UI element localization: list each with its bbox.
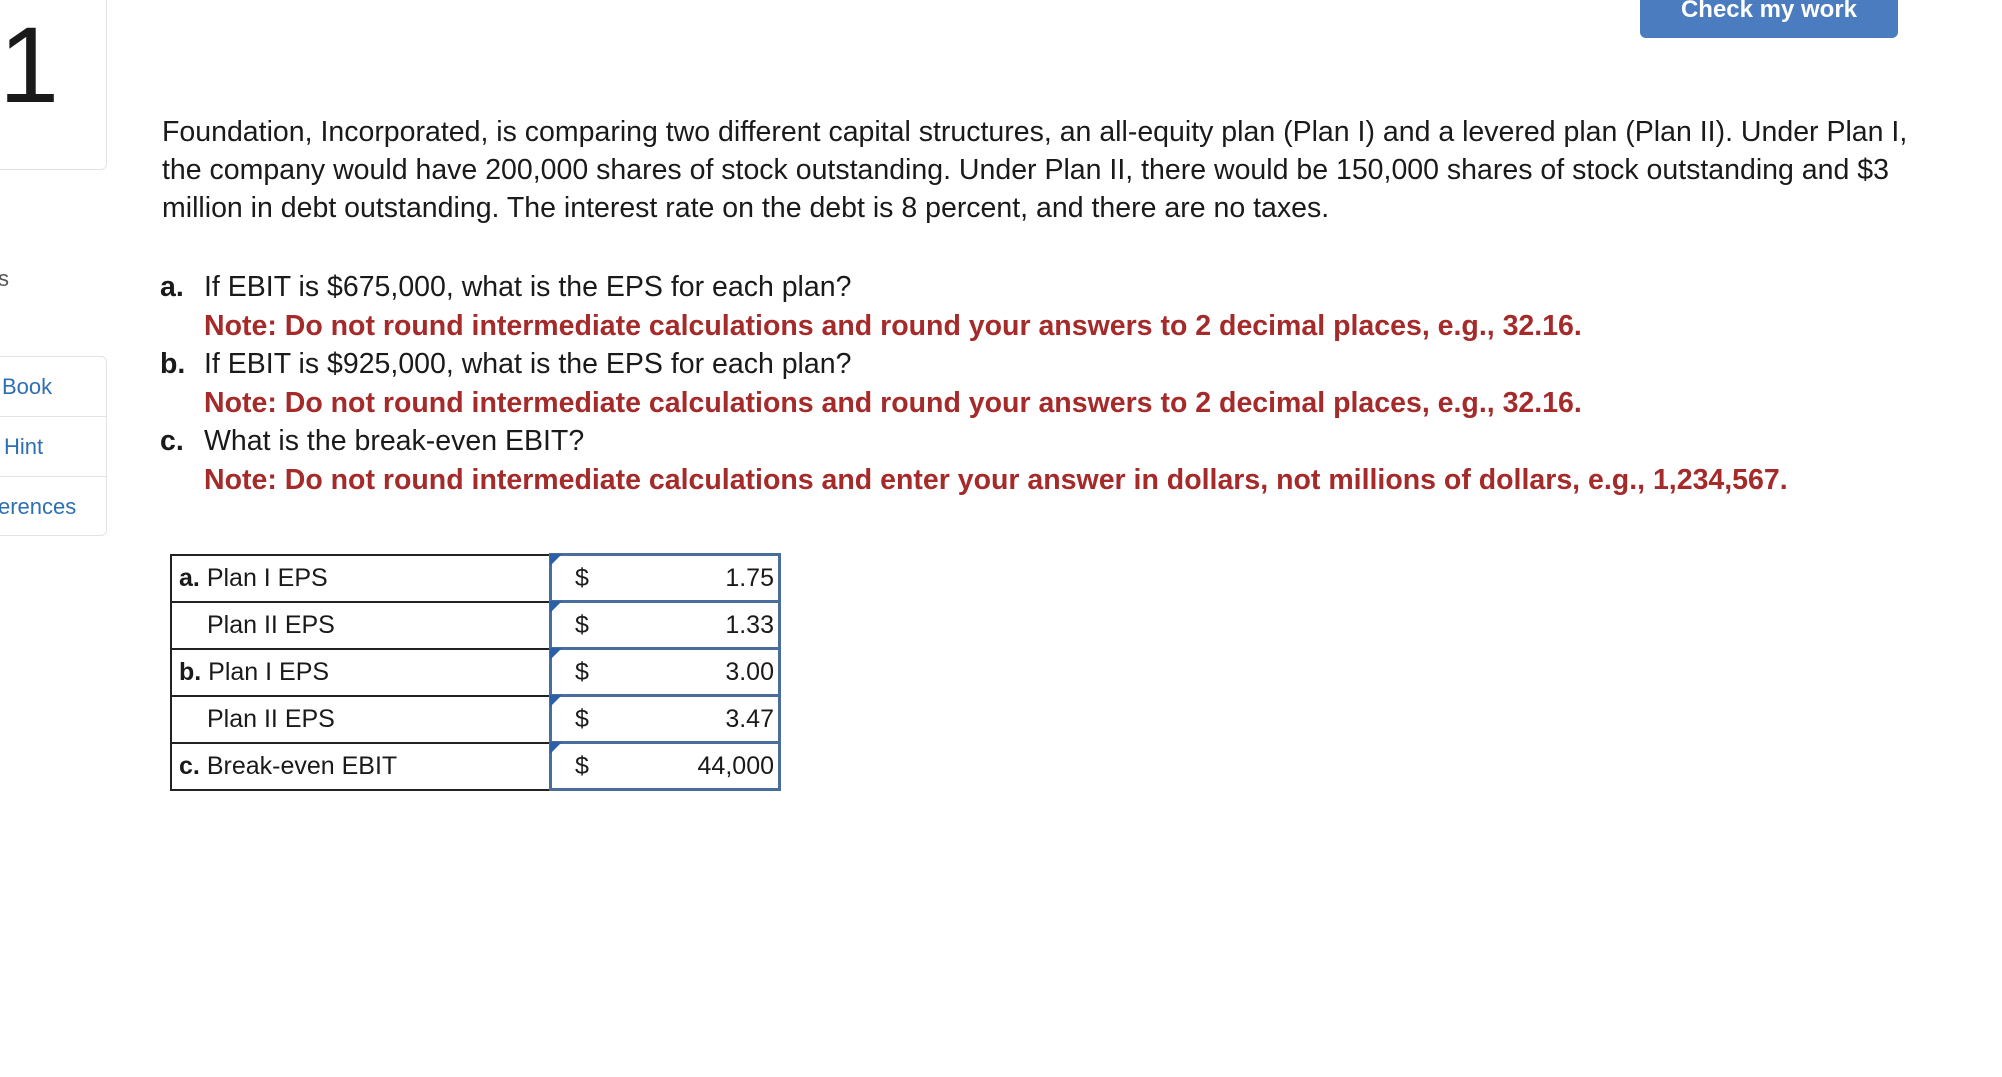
- answer-label: Plan II EPS: [170, 600, 552, 650]
- part-text: If EBIT is $925,000, what is the EPS for…: [204, 348, 852, 380]
- currency-symbol: $: [575, 563, 589, 592]
- answer-label-text: Plan I EPS: [206, 563, 328, 592]
- part-text: What is the break-even EBIT?: [204, 425, 585, 457]
- table-row: Plan II EPS $ 1.33: [170, 600, 781, 650]
- answer-flag-icon: [550, 601, 562, 613]
- question-number: 1: [0, 4, 60, 125]
- sidebar-tools: Book Hint erences: [0, 356, 107, 536]
- sidebar-item-ebook[interactable]: Book: [0, 357, 106, 417]
- currency-symbol: $: [575, 751, 589, 780]
- part-note: Note: Do not round intermediate calculat…: [204, 309, 1582, 342]
- part-b: b. If EBIT is $925,000, what is the EPS …: [160, 345, 1960, 422]
- answer-table: a. Plan I EPS $ 1.75 Plan II EPS $ 1.33 …: [170, 553, 781, 791]
- currency-symbol: $: [575, 610, 589, 639]
- answer-label-text: Plan II EPS: [207, 704, 335, 733]
- table-row: Plan II EPS $ 3.47: [170, 694, 781, 744]
- answer-label: b. Plan I EPS: [170, 647, 552, 697]
- part-letter: c.: [160, 425, 184, 457]
- question-text: Foundation, Incorporated, is comparing t…: [162, 116, 1908, 224]
- table-row: b. Plan I EPS $ 3.00: [170, 647, 781, 697]
- answer-value[interactable]: 3.00: [606, 658, 778, 687]
- currency-symbol: $: [575, 704, 589, 733]
- answer-input-plan2-eps-b[interactable]: $ 3.47: [549, 694, 781, 744]
- answer-value[interactable]: 1.33: [606, 611, 778, 640]
- sidebar-partial-label: s: [0, 266, 9, 291]
- currency-symbol: $: [575, 657, 589, 686]
- part-c: c. What is the break-even EBIT? Note: Do…: [160, 422, 1960, 499]
- answer-label-text: Plan II EPS: [207, 610, 335, 639]
- part-a: a. If EBIT is $675,000, what is the EPS …: [160, 268, 1960, 345]
- answer-input-plan2-eps-a[interactable]: $ 1.33: [549, 600, 781, 650]
- answer-input-plan1-eps-a[interactable]: $ 1.75: [549, 553, 781, 603]
- question-number-card: 1: [0, 0, 107, 170]
- part-text: If EBIT is $675,000, what is the EPS for…: [204, 271, 852, 303]
- answer-flag-icon: [550, 742, 562, 754]
- answer-value[interactable]: 3.47: [606, 705, 778, 734]
- sidebar-item-hint[interactable]: Hint: [0, 417, 106, 477]
- answer-label: c. Break-even EBIT: [170, 741, 552, 791]
- answer-input-break-even-ebit[interactable]: $ 44,000: [549, 741, 781, 791]
- answer-flag-icon: [550, 554, 562, 566]
- answer-letter: a.: [179, 563, 200, 592]
- check-my-work-button[interactable]: Check my work: [1640, 0, 1898, 38]
- part-letter: b.: [160, 348, 186, 380]
- sidebar-item-references[interactable]: erences: [0, 477, 106, 536]
- table-row: c. Break-even EBIT $ 44,000: [170, 741, 781, 791]
- answer-value[interactable]: 44,000: [606, 752, 778, 781]
- answer-label: a. Plan I EPS: [170, 553, 552, 603]
- answer-value[interactable]: 1.75: [606, 564, 778, 593]
- answer-label-text: Break-even EBIT: [206, 751, 398, 780]
- answer-input-plan1-eps-b[interactable]: $ 3.00: [549, 647, 781, 697]
- answer-letter: c.: [179, 751, 200, 780]
- answer-label-text: Plan I EPS: [208, 657, 330, 686]
- part-note: Note: Do not round intermediate calculat…: [204, 386, 1582, 419]
- table-row: a. Plan I EPS $ 1.75: [170, 553, 781, 603]
- part-letter: a.: [160, 271, 184, 303]
- answer-letter: b.: [179, 657, 202, 686]
- part-note: Note: Do not round intermediate calculat…: [204, 463, 1788, 496]
- answer-flag-icon: [550, 648, 562, 660]
- answer-label: Plan II EPS: [170, 694, 552, 744]
- answer-flag-icon: [550, 695, 562, 707]
- question-parts: a. If EBIT is $675,000, what is the EPS …: [160, 268, 1960, 499]
